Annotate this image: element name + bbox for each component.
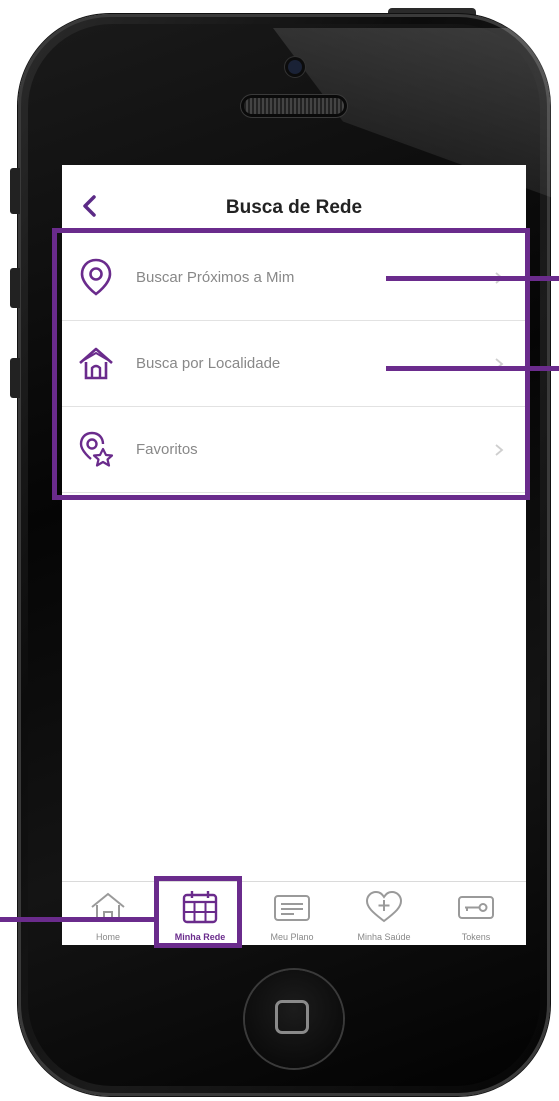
- home-square-icon: [275, 1000, 309, 1034]
- card-icon: [274, 895, 310, 921]
- volume-down-button: [10, 358, 20, 398]
- page-title: Busca de Rede: [225, 197, 363, 218]
- menu-highlight-box: [52, 228, 530, 500]
- front-camera: [288, 60, 302, 74]
- tab-highlight-box: [154, 876, 242, 948]
- tab-tokens[interactable]: Tokens: [430, 882, 522, 945]
- callout-line-tab: [0, 917, 158, 922]
- tab-label: Home: [95, 932, 120, 942]
- home-button[interactable]: [245, 970, 343, 1068]
- callout-line-locality: [386, 366, 559, 371]
- bottom-tab-bar: Home Minha Rede Meu Plano Minha Saúde To…: [62, 881, 526, 945]
- mute-switch: [10, 168, 20, 214]
- earpiece-speaker: [244, 98, 344, 114]
- tab-minha-saude[interactable]: Minha Saúde: [338, 882, 430, 945]
- nav-header: Busca de Rede: [62, 181, 526, 232]
- tab-label: Minha Saúde: [357, 932, 411, 942]
- tab-label: Tokens: [461, 932, 491, 942]
- tab-home[interactable]: Home: [62, 882, 154, 945]
- heart-plus-icon: [365, 890, 403, 923]
- volume-up-button: [10, 268, 20, 308]
- tab-label: Meu Plano: [270, 932, 314, 942]
- tab-meu-plano[interactable]: Meu Plano: [246, 882, 338, 945]
- status-bar: [62, 165, 526, 181]
- callout-line-nearby: [386, 276, 559, 281]
- key-icon: [458, 896, 494, 919]
